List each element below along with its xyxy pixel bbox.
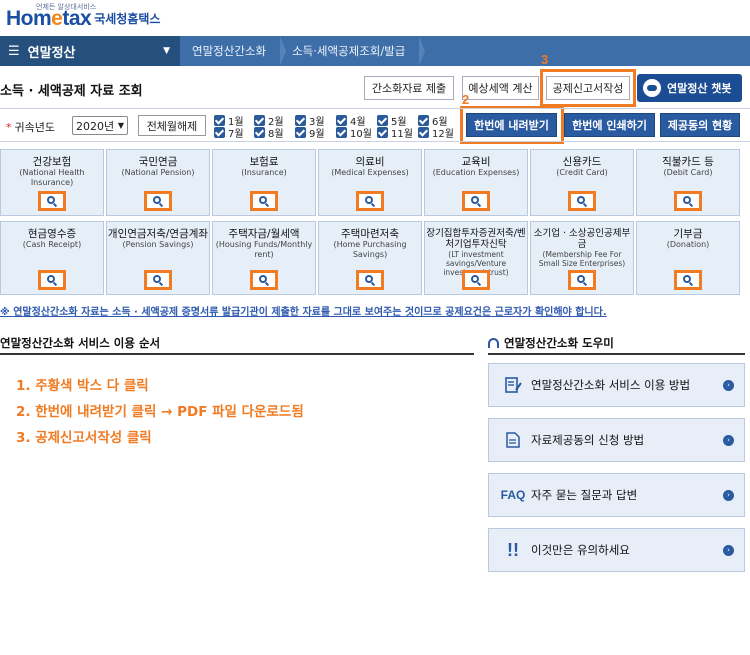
usage-step-3: 3. 공제신고서작성 클릭 xyxy=(16,430,152,446)
category-tile-debit-card[interactable]: 직불카드 등 (Debit Card) xyxy=(636,149,740,216)
logo-subtitle: 언제든 알상대서비스 xyxy=(36,3,97,11)
breadcrumb-income-deduction[interactable]: 소득·세액공제조회/발급 xyxy=(280,36,426,66)
chevron-down-icon: ▼ xyxy=(117,121,124,130)
helper-item-consent-guide[interactable]: 자료제공동의 신청 방법 › xyxy=(488,418,745,462)
search-icon[interactable] xyxy=(356,191,384,211)
chevron-right-icon: › xyxy=(723,379,734,391)
year-label: * 귀속년도 xyxy=(6,121,55,134)
category-tile-housing-funds[interactable]: 주택자금/월세액 (Housing Funds/Monthly rent) xyxy=(212,221,316,295)
nav-menu-dropdown[interactable]: ☰ 연말정산 ▼ xyxy=(0,36,180,66)
search-icon[interactable] xyxy=(144,191,172,211)
year-select[interactable]: 2020년 ▼ xyxy=(72,116,128,135)
search-icon[interactable] xyxy=(250,270,278,290)
search-icon[interactable] xyxy=(356,270,384,290)
helper-item-cautions[interactable]: !! 이것만은 유의하세요 › xyxy=(488,528,745,572)
headset-icon xyxy=(488,338,499,348)
helper-item-label: 자주 묻는 질문과 답변 xyxy=(531,488,638,502)
clear-all-months-button[interactable]: 전체월해제 xyxy=(138,115,206,136)
helper-title: 연말정산간소화 도우미 xyxy=(488,335,614,351)
category-tile-donation[interactable]: 기부금 (Donation) xyxy=(636,221,740,295)
helper-item-label: 이것만은 유의하세요 xyxy=(531,543,630,557)
month-checkbox-10[interactable]: 10월 xyxy=(336,126,372,140)
faq-icon: FAQ xyxy=(500,488,526,502)
category-tile-home-purchasing-savings[interactable]: 주택마련저축 (Home Purchasing Savings) xyxy=(318,221,422,295)
category-tile-small-enterprise-fee[interactable]: 소기업 · 소상공인공제부금 (Membership Fee For Small… xyxy=(530,221,634,295)
category-tile-credit-card[interactable]: 신용카드 (Credit Card) xyxy=(530,149,634,216)
nav-bar: ☰ 연말정산 ▼ 연말정산간소화 소득·세액공제조회/발급 xyxy=(0,36,750,66)
print-all-button[interactable]: 한번에 인쇄하기 xyxy=(564,113,655,137)
category-tile-medical[interactable]: 의료비 (Medical Expenses) xyxy=(318,149,422,216)
chevron-right-icon: › xyxy=(723,544,734,556)
deduction-notice: ※ 연말정산간소화 자료는 소득 · 세액공제 증명서류 발급기관이 제출한 자… xyxy=(0,307,607,318)
search-icon[interactable] xyxy=(462,191,490,211)
chatbot-icon xyxy=(643,79,661,97)
page-title: 소득 · 세액공제 자료 조회 xyxy=(0,84,143,99)
category-tile-health-insurance[interactable]: 건강보험 (National Health Insurance) xyxy=(0,149,104,216)
month-checkbox-11[interactable]: 11월 xyxy=(377,126,413,140)
month-checkbox-9[interactable]: 9월 xyxy=(295,126,325,140)
search-icon[interactable] xyxy=(674,191,702,211)
search-icon[interactable] xyxy=(250,191,278,211)
search-icon[interactable] xyxy=(568,270,596,290)
provider-consent-status-button[interactable]: 제공동의 현황 xyxy=(660,113,740,137)
category-tile-insurance[interactable]: 보험료 (Insurance) xyxy=(212,149,316,216)
search-icon[interactable] xyxy=(462,270,490,290)
usage-order-title: 연말정산간소화 서비스 이용 순서 xyxy=(0,336,161,350)
search-icon[interactable] xyxy=(568,191,596,211)
logo-korean-name: 국세청홈택스 xyxy=(94,12,161,26)
category-tile-national-pension[interactable]: 국민연금 (National Pension) xyxy=(106,149,210,216)
helper-item-label: 연말정산간소화 서비스 이용 방법 xyxy=(531,378,691,392)
month-checkbox-7[interactable]: 7월 xyxy=(214,126,244,140)
chevron-right-icon: › xyxy=(723,434,734,446)
search-icon[interactable] xyxy=(674,270,702,290)
helper-divider xyxy=(488,353,745,355)
chatbot-label: 연말정산 챗봇 xyxy=(667,82,732,95)
chevron-down-icon: ▼ xyxy=(163,46,170,56)
search-icon[interactable] xyxy=(144,270,172,290)
hamburger-icon: ☰ xyxy=(8,43,20,59)
month-checkbox-8[interactable]: 8월 xyxy=(254,126,284,140)
breadcrumb-simplified[interactable]: 연말정산간소화 xyxy=(180,36,287,66)
usage-divider xyxy=(0,353,474,355)
simplified-submit-button[interactable]: 간소화자료 제출 xyxy=(364,76,454,100)
category-tile-education[interactable]: 교육비 (Education Expenses) xyxy=(424,149,528,216)
helper-item-label: 자료제공동의 신청 방법 xyxy=(531,433,645,447)
category-tile-pension-savings[interactable]: 개인연금저축/연금계좌 (Pension Savings) xyxy=(106,221,210,295)
month-checkbox-12[interactable]: 12월 xyxy=(418,126,454,140)
exclamation-icon: !! xyxy=(507,539,519,560)
document-icon xyxy=(503,430,523,450)
annotation-box-deduction-form xyxy=(540,69,636,107)
search-icon[interactable] xyxy=(38,191,66,211)
category-tile-lt-investment[interactable]: 장기집합투자증권저축/벤처기업투자신탁 (LT investment savin… xyxy=(424,221,528,295)
nav-menu-label: 연말정산 xyxy=(27,45,76,61)
category-tile-cash-receipt[interactable]: 현금영수증 (Cash Receipt) xyxy=(0,221,104,295)
chevron-right-icon: › xyxy=(723,489,734,501)
tax-estimate-button[interactable]: 예상세액 계산 xyxy=(462,76,539,100)
usage-step-1: 1. 주황색 박스 다 클릭 xyxy=(16,378,149,394)
document-pen-icon xyxy=(503,375,523,395)
usage-step-2: 2. 한번에 내려받기 클릭 → PDF 파일 다운로드됨 xyxy=(16,404,304,420)
helper-item-faq[interactable]: FAQ 자주 묻는 질문과 답변 › xyxy=(488,473,745,517)
search-icon[interactable] xyxy=(38,270,66,290)
download-all-button[interactable]: 한번에 내려받기 xyxy=(466,113,557,137)
annotation-number-3: 3 xyxy=(541,52,549,67)
hometax-logo[interactable]: 언제든 알상대서비스 Hometax 국세청홈택스 xyxy=(6,2,160,30)
helper-item-usage-guide[interactable]: 연말정산간소화 서비스 이용 방법 › xyxy=(488,363,745,407)
chatbot-button[interactable]: 연말정산 챗봇 xyxy=(637,74,742,102)
annotation-number-2: 2 xyxy=(462,92,470,107)
